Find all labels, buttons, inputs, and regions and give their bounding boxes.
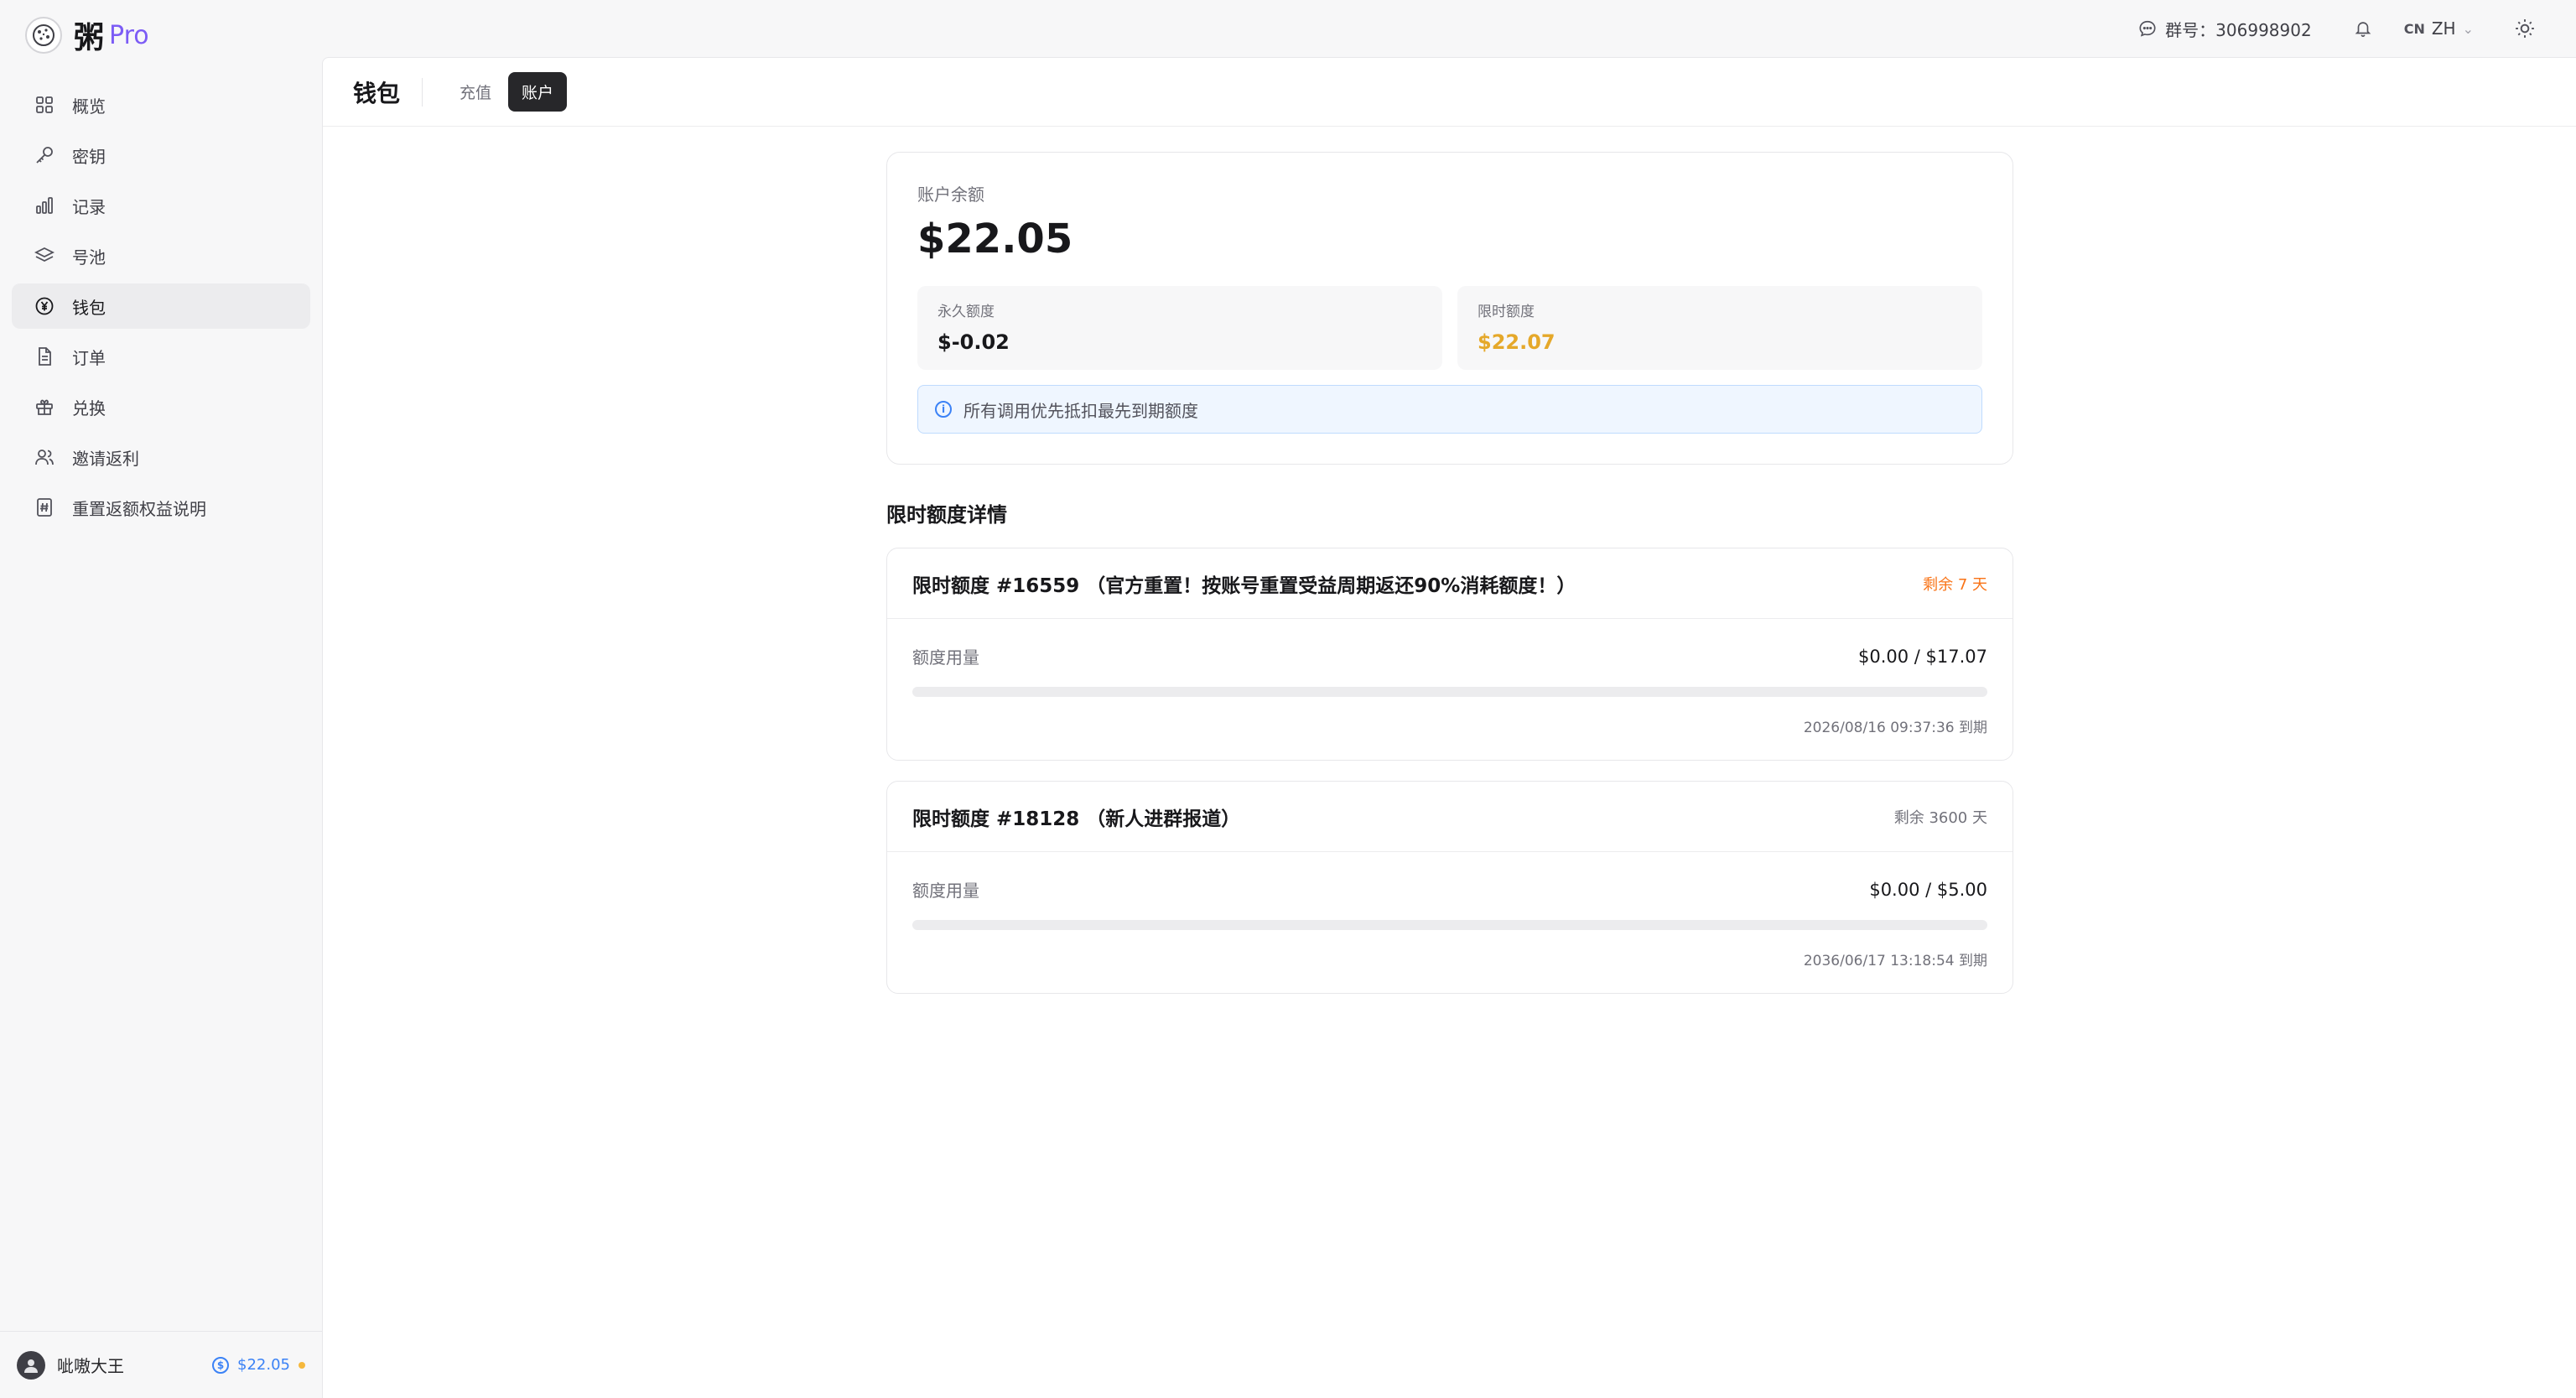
limited-section-title: 限时额度详情 bbox=[886, 503, 1007, 527]
sidebar-item-referral[interactable]: 邀请返利 bbox=[12, 434, 310, 480]
language-label: ZH bbox=[2431, 18, 2456, 39]
limited-quota-label: 限时额度 bbox=[1478, 304, 1535, 320]
grid-icon bbox=[34, 94, 55, 116]
chevron-down-icon: ⌄ bbox=[2462, 20, 2474, 37]
sidebar-item-label: 号池 bbox=[72, 247, 106, 268]
expiry-time: 2026/08/16 09:37:36 到期 bbox=[1803, 720, 1987, 736]
theme-toggle[interactable] bbox=[2514, 18, 2536, 39]
key-icon bbox=[34, 144, 55, 166]
sidebar-item-label: 订单 bbox=[72, 347, 106, 368]
user-bar[interactable]: 呲嗷大王 $ $22.05 bbox=[0, 1331, 322, 1398]
sidebar-item-keys[interactable]: 密钥 bbox=[12, 133, 310, 178]
tab-account[interactable]: 账户 bbox=[508, 72, 568, 112]
brand-suffix: Pro bbox=[109, 20, 149, 50]
bar-chart-icon bbox=[34, 195, 55, 216]
permanent-quota-value: $-0.02 bbox=[937, 330, 1010, 354]
sidebar-item-orders[interactable]: 订单 bbox=[12, 334, 310, 379]
info-icon: i bbox=[935, 401, 952, 418]
sidebar-item-label: 密钥 bbox=[72, 146, 106, 167]
document-icon bbox=[34, 346, 55, 367]
hash-file-icon bbox=[34, 496, 55, 518]
usage-value: $0.00 / $17.07 bbox=[1857, 646, 1987, 667]
permanent-quota-label: 永久额度 bbox=[937, 304, 995, 320]
cookie-icon bbox=[25, 17, 62, 54]
sidebar-nav: 概览 密钥 记录 号池 钱包 订单 兑换 邀请返利 重置返额权益说明 bbox=[12, 82, 310, 535]
language-selector[interactable]: CN ZH ⌄ bbox=[2404, 18, 2474, 39]
page-header: 钱包 充值 账户 bbox=[323, 58, 2576, 127]
sidebar-item-label: 兑换 bbox=[72, 398, 106, 418]
limited-quota-value: $22.07 bbox=[1478, 330, 1555, 354]
balance-card: 账户余额 $22.05 永久额度 $-0.02 限时额度 $22.07 i 所有… bbox=[886, 152, 2013, 465]
brand[interactable]: 粥 Pro bbox=[25, 17, 149, 55]
deduction-notice: i 所有调用优先抵扣最先到期额度 bbox=[917, 385, 1982, 434]
expiry-time: 2036/06/17 13:18:54 到期 bbox=[1803, 953, 1987, 969]
user-balance[interactable]: $ $22.05 bbox=[212, 1356, 305, 1374]
sun-icon bbox=[2514, 18, 2536, 39]
sidebar: 粥 Pro 概览 密钥 记录 号池 钱包 订单 兑换 邀请返利 重置返额权益说明… bbox=[0, 0, 322, 1398]
sidebar-item-reset-rules[interactable]: 重置返额权益说明 bbox=[12, 485, 310, 530]
chat-bubble-icon bbox=[2138, 19, 2157, 38]
group-number: 群号：306998902 bbox=[2165, 19, 2312, 40]
usage-label: 额度用量 bbox=[912, 881, 979, 901]
group-info[interactable]: 群号：306998902 bbox=[2138, 17, 2312, 41]
sidebar-item-label: 钱包 bbox=[72, 297, 106, 318]
users-icon bbox=[34, 446, 55, 468]
balance-value: $22.05 bbox=[917, 216, 1073, 262]
quota-remaining-badge: 剩余 7 天 bbox=[1923, 575, 1987, 594]
brand-name: 粥 bbox=[74, 21, 105, 55]
sidebar-item-label: 邀请返利 bbox=[72, 448, 139, 469]
page-title: 钱包 bbox=[353, 79, 401, 107]
yen-circle-icon bbox=[34, 295, 55, 317]
header-divider bbox=[422, 77, 423, 107]
usage-progress-bar bbox=[912, 687, 1987, 697]
sidebar-item-wallet[interactable]: 钱包 bbox=[12, 283, 310, 329]
status-dot bbox=[299, 1361, 305, 1369]
user-name: 呲嗷大王 bbox=[57, 1356, 124, 1376]
dollar-coin-icon: $ bbox=[212, 1356, 230, 1374]
balance-label: 账户余额 bbox=[917, 184, 984, 205]
quota-title: 限时额度 #18128 （新人进群报道） bbox=[912, 808, 1241, 830]
quota-remaining-badge: 剩余 3600 天 bbox=[1893, 808, 1987, 827]
permanent-quota-box: 永久额度 $-0.02 bbox=[917, 286, 1442, 370]
bell-icon bbox=[2354, 19, 2372, 38]
sidebar-item-pool[interactable]: 号池 bbox=[12, 233, 310, 278]
sidebar-item-label: 记录 bbox=[72, 196, 106, 217]
usage-value: $0.00 / $5.00 bbox=[1869, 879, 1987, 900]
quota-title: 限时额度 #16559 （官方重置！按账号重置受益周期返还90%消耗额度！） bbox=[912, 574, 1576, 597]
gift-icon bbox=[34, 396, 55, 418]
user-balance-value: $22.05 bbox=[237, 1356, 290, 1374]
layers-icon bbox=[34, 245, 55, 267]
notification-button[interactable] bbox=[2354, 19, 2372, 38]
quota-card: 限时额度 #18128 （新人进群报道） 剩余 3600 天 额度用量 $0.0… bbox=[886, 781, 2013, 994]
sidebar-item-overview[interactable]: 概览 bbox=[12, 82, 310, 127]
limited-quota-box: 限时额度 $22.07 bbox=[1457, 286, 1982, 370]
quota-card: 限时额度 #16559 （官方重置！按账号重置受益周期返还90%消耗额度！） 剩… bbox=[886, 548, 2013, 761]
notice-text: 所有调用优先抵扣最先到期额度 bbox=[963, 400, 1198, 421]
usage-label: 额度用量 bbox=[912, 647, 979, 668]
wallet-content: 账户余额 $22.05 永久额度 $-0.02 限时额度 $22.07 i 所有… bbox=[886, 152, 2013, 1014]
main-panel: 钱包 充值 账户 账户余额 $22.05 永久额度 $-0.02 限时额度 $2… bbox=[322, 57, 2576, 1398]
sidebar-item-label: 重置返额权益说明 bbox=[72, 498, 206, 519]
sidebar-item-label: 概览 bbox=[72, 96, 106, 117]
usage-progress-bar bbox=[912, 920, 1987, 930]
topbar: 群号：306998902 CN ZH ⌄ bbox=[322, 0, 2576, 57]
tab-recharge[interactable]: 充值 bbox=[446, 72, 505, 112]
sidebar-item-records[interactable]: 记录 bbox=[12, 183, 310, 228]
avatar[interactable] bbox=[17, 1350, 45, 1380]
language-flag: CN bbox=[2403, 20, 2425, 37]
sidebar-item-redeem[interactable]: 兑换 bbox=[12, 384, 310, 429]
